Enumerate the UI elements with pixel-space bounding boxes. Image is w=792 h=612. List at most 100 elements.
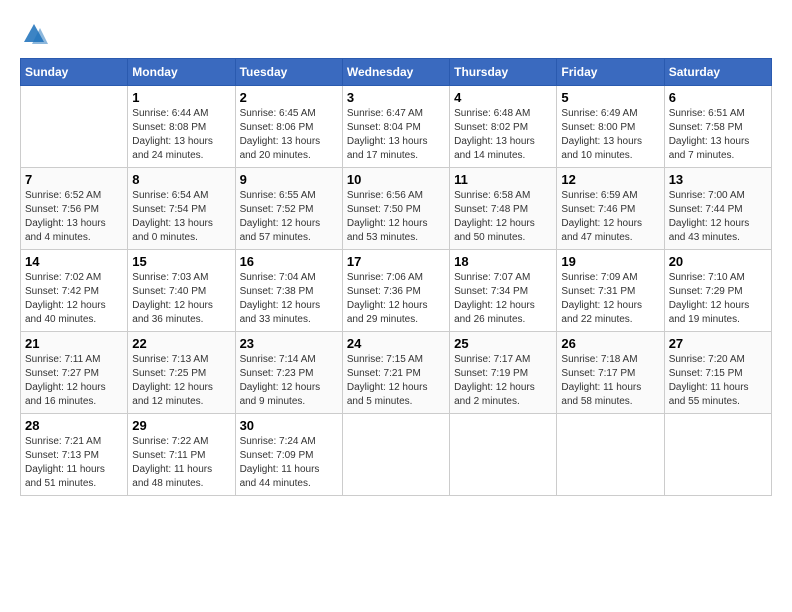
day-number: 12 bbox=[561, 172, 659, 187]
calendar-cell: 24 Sunrise: 7:15 AMSunset: 7:21 PMDaylig… bbox=[342, 332, 449, 414]
calendar-week-row: 7 Sunrise: 6:52 AMSunset: 7:56 PMDayligh… bbox=[21, 168, 772, 250]
day-info: Sunrise: 7:11 AMSunset: 7:27 PMDaylight:… bbox=[25, 354, 106, 407]
day-info: Sunrise: 7:04 AMSunset: 7:38 PMDaylight:… bbox=[240, 272, 321, 325]
day-info: Sunrise: 6:56 AMSunset: 7:50 PMDaylight:… bbox=[347, 190, 428, 243]
calendar-cell bbox=[450, 414, 557, 496]
calendar-cell: 22 Sunrise: 7:13 AMSunset: 7:25 PMDaylig… bbox=[128, 332, 235, 414]
day-info: Sunrise: 7:22 AMSunset: 7:11 PMDaylight:… bbox=[132, 436, 212, 489]
day-number: 11 bbox=[454, 172, 552, 187]
day-number: 24 bbox=[347, 336, 445, 351]
calendar-cell: 5 Sunrise: 6:49 AMSunset: 8:00 PMDayligh… bbox=[557, 86, 664, 168]
day-info: Sunrise: 6:52 AMSunset: 7:56 PMDaylight:… bbox=[25, 190, 106, 243]
day-info: Sunrise: 7:07 AMSunset: 7:34 PMDaylight:… bbox=[454, 272, 535, 325]
day-info: Sunrise: 7:15 AMSunset: 7:21 PMDaylight:… bbox=[347, 354, 428, 407]
day-info: Sunrise: 6:54 AMSunset: 7:54 PMDaylight:… bbox=[132, 190, 213, 243]
day-info: Sunrise: 7:17 AMSunset: 7:19 PMDaylight:… bbox=[454, 354, 535, 407]
day-of-week-header: Friday bbox=[557, 59, 664, 86]
day-number: 2 bbox=[240, 90, 338, 105]
day-info: Sunrise: 7:24 AMSunset: 7:09 PMDaylight:… bbox=[240, 436, 320, 489]
calendar-cell: 11 Sunrise: 6:58 AMSunset: 7:48 PMDaylig… bbox=[450, 168, 557, 250]
day-number: 7 bbox=[25, 172, 123, 187]
calendar-cell: 18 Sunrise: 7:07 AMSunset: 7:34 PMDaylig… bbox=[450, 250, 557, 332]
day-of-week-header: Sunday bbox=[21, 59, 128, 86]
day-number: 23 bbox=[240, 336, 338, 351]
day-info: Sunrise: 6:55 AMSunset: 7:52 PMDaylight:… bbox=[240, 190, 321, 243]
calendar-cell: 30 Sunrise: 7:24 AMSunset: 7:09 PMDaylig… bbox=[235, 414, 342, 496]
day-number: 14 bbox=[25, 254, 123, 269]
day-info: Sunrise: 7:21 AMSunset: 7:13 PMDaylight:… bbox=[25, 436, 105, 489]
day-info: Sunrise: 6:51 AMSunset: 7:58 PMDaylight:… bbox=[669, 108, 750, 161]
calendar-cell: 26 Sunrise: 7:18 AMSunset: 7:17 PMDaylig… bbox=[557, 332, 664, 414]
calendar-cell: 1 Sunrise: 6:44 AMSunset: 8:08 PMDayligh… bbox=[128, 86, 235, 168]
day-of-week-header: Tuesday bbox=[235, 59, 342, 86]
calendar-cell: 9 Sunrise: 6:55 AMSunset: 7:52 PMDayligh… bbox=[235, 168, 342, 250]
day-number: 16 bbox=[240, 254, 338, 269]
day-number: 6 bbox=[669, 90, 767, 105]
day-info: Sunrise: 6:48 AMSunset: 8:02 PMDaylight:… bbox=[454, 108, 535, 161]
day-info: Sunrise: 7:00 AMSunset: 7:44 PMDaylight:… bbox=[669, 190, 750, 243]
calendar-cell: 19 Sunrise: 7:09 AMSunset: 7:31 PMDaylig… bbox=[557, 250, 664, 332]
calendar-week-row: 14 Sunrise: 7:02 AMSunset: 7:42 PMDaylig… bbox=[21, 250, 772, 332]
calendar-table: SundayMondayTuesdayWednesdayThursdayFrid… bbox=[20, 58, 772, 496]
day-info: Sunrise: 7:14 AMSunset: 7:23 PMDaylight:… bbox=[240, 354, 321, 407]
logo bbox=[20, 20, 52, 48]
day-info: Sunrise: 7:20 AMSunset: 7:15 PMDaylight:… bbox=[669, 354, 749, 407]
day-number: 1 bbox=[132, 90, 230, 105]
calendar-cell: 15 Sunrise: 7:03 AMSunset: 7:40 PMDaylig… bbox=[128, 250, 235, 332]
day-number: 27 bbox=[669, 336, 767, 351]
day-number: 3 bbox=[347, 90, 445, 105]
day-number: 13 bbox=[669, 172, 767, 187]
day-number: 25 bbox=[454, 336, 552, 351]
day-number: 22 bbox=[132, 336, 230, 351]
calendar-cell bbox=[342, 414, 449, 496]
day-number: 8 bbox=[132, 172, 230, 187]
day-number: 26 bbox=[561, 336, 659, 351]
calendar-cell bbox=[557, 414, 664, 496]
day-number: 18 bbox=[454, 254, 552, 269]
calendar-cell: 17 Sunrise: 7:06 AMSunset: 7:36 PMDaylig… bbox=[342, 250, 449, 332]
day-number: 9 bbox=[240, 172, 338, 187]
day-number: 28 bbox=[25, 418, 123, 433]
page-header bbox=[20, 20, 772, 48]
calendar-cell: 7 Sunrise: 6:52 AMSunset: 7:56 PMDayligh… bbox=[21, 168, 128, 250]
day-number: 4 bbox=[454, 90, 552, 105]
day-number: 19 bbox=[561, 254, 659, 269]
calendar-body: 1 Sunrise: 6:44 AMSunset: 8:08 PMDayligh… bbox=[21, 86, 772, 496]
day-info: Sunrise: 6:45 AMSunset: 8:06 PMDaylight:… bbox=[240, 108, 321, 161]
calendar-cell: 3 Sunrise: 6:47 AMSunset: 8:04 PMDayligh… bbox=[342, 86, 449, 168]
day-info: Sunrise: 7:18 AMSunset: 7:17 PMDaylight:… bbox=[561, 354, 641, 407]
calendar-week-row: 21 Sunrise: 7:11 AMSunset: 7:27 PMDaylig… bbox=[21, 332, 772, 414]
day-number: 21 bbox=[25, 336, 123, 351]
calendar-cell: 8 Sunrise: 6:54 AMSunset: 7:54 PMDayligh… bbox=[128, 168, 235, 250]
day-number: 30 bbox=[240, 418, 338, 433]
calendar-cell bbox=[664, 414, 771, 496]
day-info: Sunrise: 6:58 AMSunset: 7:48 PMDaylight:… bbox=[454, 190, 535, 243]
day-info: Sunrise: 6:44 AMSunset: 8:08 PMDaylight:… bbox=[132, 108, 213, 161]
calendar-header: SundayMondayTuesdayWednesdayThursdayFrid… bbox=[21, 59, 772, 86]
day-info: Sunrise: 7:09 AMSunset: 7:31 PMDaylight:… bbox=[561, 272, 642, 325]
calendar-cell: 13 Sunrise: 7:00 AMSunset: 7:44 PMDaylig… bbox=[664, 168, 771, 250]
calendar-week-row: 1 Sunrise: 6:44 AMSunset: 8:08 PMDayligh… bbox=[21, 86, 772, 168]
calendar-cell: 12 Sunrise: 6:59 AMSunset: 7:46 PMDaylig… bbox=[557, 168, 664, 250]
calendar-cell bbox=[21, 86, 128, 168]
calendar-cell: 29 Sunrise: 7:22 AMSunset: 7:11 PMDaylig… bbox=[128, 414, 235, 496]
day-info: Sunrise: 7:02 AMSunset: 7:42 PMDaylight:… bbox=[25, 272, 106, 325]
day-info: Sunrise: 7:03 AMSunset: 7:40 PMDaylight:… bbox=[132, 272, 213, 325]
day-number: 20 bbox=[669, 254, 767, 269]
calendar-cell: 21 Sunrise: 7:11 AMSunset: 7:27 PMDaylig… bbox=[21, 332, 128, 414]
calendar-cell: 10 Sunrise: 6:56 AMSunset: 7:50 PMDaylig… bbox=[342, 168, 449, 250]
day-of-week-header: Wednesday bbox=[342, 59, 449, 86]
day-number: 10 bbox=[347, 172, 445, 187]
day-of-week-header: Monday bbox=[128, 59, 235, 86]
calendar-cell: 2 Sunrise: 6:45 AMSunset: 8:06 PMDayligh… bbox=[235, 86, 342, 168]
day-info: Sunrise: 6:47 AMSunset: 8:04 PMDaylight:… bbox=[347, 108, 428, 161]
day-info: Sunrise: 7:10 AMSunset: 7:29 PMDaylight:… bbox=[669, 272, 750, 325]
day-info: Sunrise: 6:49 AMSunset: 8:00 PMDaylight:… bbox=[561, 108, 642, 161]
day-of-week-header: Thursday bbox=[450, 59, 557, 86]
calendar-cell: 25 Sunrise: 7:17 AMSunset: 7:19 PMDaylig… bbox=[450, 332, 557, 414]
day-of-week-header: Saturday bbox=[664, 59, 771, 86]
calendar-cell: 6 Sunrise: 6:51 AMSunset: 7:58 PMDayligh… bbox=[664, 86, 771, 168]
day-number: 17 bbox=[347, 254, 445, 269]
logo-icon bbox=[20, 20, 48, 48]
calendar-cell: 20 Sunrise: 7:10 AMSunset: 7:29 PMDaylig… bbox=[664, 250, 771, 332]
